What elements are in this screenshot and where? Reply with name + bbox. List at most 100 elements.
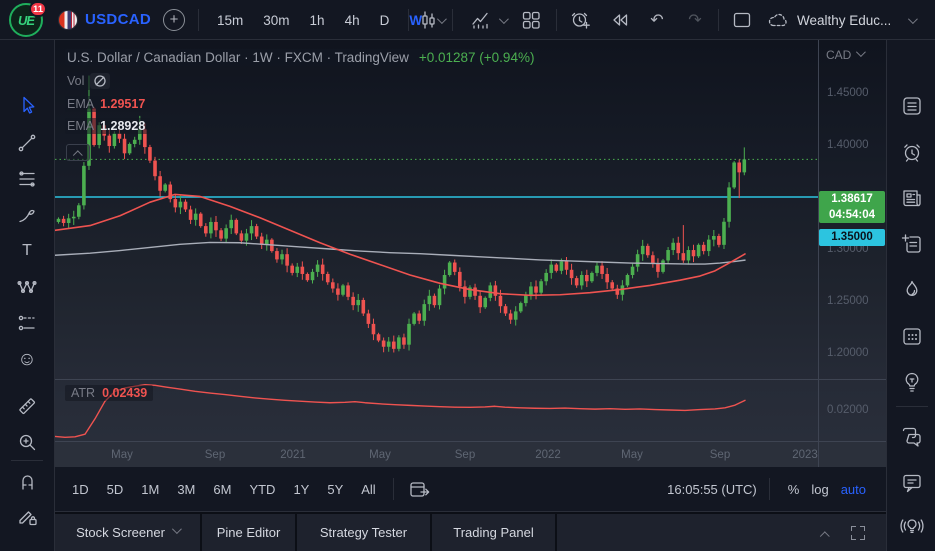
range-5d[interactable]: 5D [100, 478, 131, 501]
visibility-off-icon[interactable] [90, 73, 110, 89]
interval-30m[interactable]: 30m [256, 9, 296, 32]
ema2-label[interactable]: EMA [67, 119, 94, 133]
price-tick: 1.45000 [827, 87, 869, 99]
ideas-icon[interactable] [899, 369, 925, 395]
symbol-name[interactable]: USDCAD [85, 11, 151, 28]
price-tick: 1.40000 [827, 139, 869, 151]
time-axis[interactable]: MaySep2021MaySep2022MaySep2023 ⚙ [55, 441, 886, 467]
interval-D[interactable]: D [373, 9, 397, 32]
trend-line-tool-icon[interactable] [15, 131, 39, 155]
undo-icon[interactable]: ↶ [642, 5, 672, 35]
price-axis[interactable]: CAD 1.450001.400001.300001.250001.200000… [819, 40, 886, 441]
brush-tool-icon[interactable] [15, 203, 39, 227]
tab-pine-editor[interactable]: Pine Editor [202, 514, 297, 551]
chart-title[interactable]: U.S. Dollar / Canadian Dollar · 1W · FXC… [67, 50, 409, 65]
time-tick: Sep [455, 449, 475, 461]
ema2-value: 1.28928 [100, 119, 145, 133]
divider [556, 9, 557, 31]
divider [896, 406, 928, 407]
panel-maximize-icon[interactable] [851, 526, 865, 540]
divider [769, 478, 770, 500]
notification-badge[interactable]: 11 [29, 1, 47, 17]
lock-all-drawings-icon[interactable] [15, 547, 39, 551]
chart-legend: U.S. Dollar / Canadian Dollar · 1W · FXC… [65, 49, 539, 140]
redo-icon[interactable]: ↷ [680, 5, 710, 35]
range-ytd[interactable]: YTD [242, 478, 282, 501]
currency-selector[interactable]: CAD [826, 48, 863, 62]
drawing-mode-lock-icon[interactable] [15, 504, 39, 528]
price-tick: 1.20000 [827, 347, 869, 359]
go-to-date-icon[interactable] [404, 474, 434, 504]
legend-title-row: U.S. Dollar / Canadian Dollar · 1W · FXC… [65, 49, 539, 66]
layout-dropdown-chevron-icon[interactable] [908, 14, 918, 24]
log-scale-button[interactable]: log [805, 478, 834, 501]
pane-divider[interactable] [55, 379, 886, 380]
layout-name[interactable]: Wealthy Educ... [797, 13, 891, 28]
legend-collapse-button[interactable] [66, 144, 90, 161]
tab-stock-screener[interactable]: Stock Screener [55, 514, 202, 551]
public-chats-icon[interactable] [899, 423, 925, 449]
ema1-label[interactable]: EMA [67, 97, 94, 111]
current-price-badge: 1.38617 04:54:04 [819, 191, 885, 223]
measure-tool-icon[interactable] [15, 394, 39, 418]
emoji-tool-icon[interactable]: ☺ [15, 347, 39, 371]
range-all[interactable]: All [354, 478, 382, 501]
news-icon[interactable] [899, 185, 925, 211]
volume-label[interactable]: Vol [67, 74, 84, 88]
auto-scale-button[interactable]: auto [835, 478, 872, 501]
atr-value: 0.02439 [102, 386, 147, 400]
indicators-icon[interactable] [465, 5, 495, 35]
divider [198, 9, 199, 31]
atr-label[interactable]: ATR [71, 386, 95, 400]
range-3m[interactable]: 3M [170, 478, 202, 501]
tab-dropdown-chevron-icon[interactable] [172, 524, 182, 534]
currency-label: CAD [826, 48, 851, 62]
pattern-tool-icon[interactable] [15, 275, 39, 299]
cloud-save-icon[interactable] [763, 5, 793, 35]
alert-icon[interactable] [565, 5, 595, 35]
symbol-flag-icon [58, 10, 78, 30]
panel-collapse-chevron-icon[interactable] [820, 531, 830, 541]
interval-1h[interactable]: 1h [303, 9, 332, 32]
forecast-tool-icon[interactable] [15, 311, 39, 335]
text-tool-icon[interactable]: T [15, 239, 39, 263]
calendar-icon[interactable] [899, 323, 925, 349]
top-toolbar: UE 11 USDCAD + 15m30m1h4hDW [0, 0, 935, 40]
range-1d[interactable]: 1D [65, 478, 96, 501]
time-tick: Sep [710, 449, 730, 461]
range-5y[interactable]: 5Y [320, 478, 350, 501]
time-tick: May [111, 449, 133, 461]
interval-4h[interactable]: 4h [338, 9, 367, 32]
zoom-in-tool-icon[interactable] [15, 430, 39, 454]
ideas-stream-icon[interactable] [899, 513, 925, 539]
right-sidebar [886, 40, 935, 551]
text-notes-icon[interactable] [899, 231, 925, 257]
layout-icon[interactable] [727, 5, 757, 35]
range-6m[interactable]: 6M [206, 478, 238, 501]
indicator-templates-icon[interactable] [516, 5, 546, 35]
magnet-mode-icon[interactable] [15, 470, 39, 494]
bar-replay-icon[interactable] [605, 5, 635, 35]
time-tick: Sep [205, 449, 225, 461]
range-1y[interactable]: 1Y [286, 478, 316, 501]
fib-retracement-tool-icon[interactable] [15, 167, 39, 191]
watchlist-icon[interactable] [899, 93, 925, 119]
cursor-tool-icon[interactable] [15, 93, 39, 117]
hotlists-icon[interactable] [899, 277, 925, 303]
bottom-panel-tabs: Stock ScreenerPine EditorStrategy Tester… [55, 512, 935, 551]
bottom-toolbar: 1D5D1M3M6MYTD1Y5YAll 16:05:55 (UTC) % lo… [55, 467, 886, 512]
tab-strategy-tester[interactable]: Strategy Tester [297, 514, 432, 551]
session-clock[interactable]: 16:05:55 (UTC) [667, 482, 757, 497]
legend-ema1-row: EMA 1.29517 [65, 96, 150, 112]
add-symbol-button[interactable]: + [163, 9, 185, 31]
private-chat-icon[interactable] [899, 470, 925, 496]
time-tick: 2023 [792, 449, 818, 461]
percent-scale-button[interactable]: % [782, 478, 806, 501]
interval-15m[interactable]: 15m [210, 9, 250, 32]
tab-trading-panel[interactable]: Trading Panel [432, 514, 557, 551]
tradingview-app: UE 11 USDCAD + 15m30m1h4hDW [0, 0, 935, 551]
range-1m[interactable]: 1M [134, 478, 166, 501]
chart-type-candles-icon[interactable] [413, 5, 443, 35]
alerts-panel-icon[interactable] [899, 139, 925, 165]
indicators-dropdown-chevron-icon[interactable] [499, 14, 509, 24]
